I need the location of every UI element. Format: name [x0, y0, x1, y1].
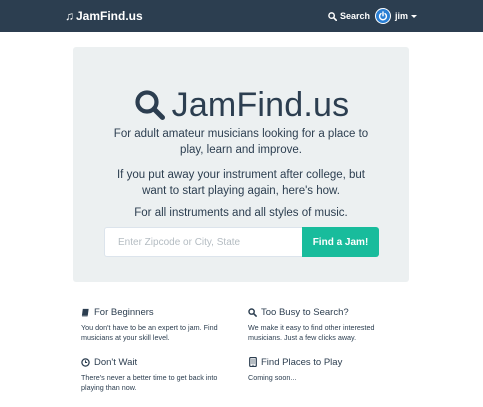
nav-search-label: Search — [340, 11, 371, 21]
hero-description-line2: want to start playing again, here's how. — [142, 185, 340, 197]
search-icon — [135, 90, 165, 120]
power-icon — [378, 11, 388, 21]
hero-title-text: JamFind.us — [171, 85, 350, 124]
feature-title: Too Busy to Search? — [261, 306, 349, 318]
feature-body-line: You don't have to be an expert to jam. F… — [81, 323, 218, 332]
feature-beginners: For Beginners You don't have to be an ex… — [81, 306, 256, 343]
feature-title: Don't Wait — [94, 356, 138, 368]
phone-icon — [248, 357, 257, 367]
search-icon — [328, 11, 337, 21]
feature-find-places: Find Places to Play Coming soon... — [248, 356, 423, 383]
feature-dont-wait: Don't Wait There's never a better time t… — [81, 356, 256, 393]
feature-too-busy: Too Busy to Search? We make it easy to f… — [248, 306, 423, 343]
brand-link[interactable]: ♫ JamFind.us — [65, 7, 143, 25]
feature-body-line: musicians at your skill level. — [81, 333, 170, 342]
feature-title: For Beginners — [94, 306, 154, 318]
brand-label: JamFind.us — [76, 9, 143, 23]
feature-body-line: There's never a better time to get back … — [81, 373, 218, 382]
feature-body-line: musicians. Just a few clicks away. — [248, 333, 357, 342]
find-a-jam-button[interactable]: Find a Jam! — [302, 227, 379, 257]
clock-icon — [81, 357, 90, 367]
hero-title: JamFind.us — [0, 85, 483, 125]
hero-tagline-line1: For adult amateur musicians looking for … — [113, 128, 369, 140]
feature-title: Find Places to Play — [261, 356, 343, 368]
feature-body-line: We make it easy to find other interested — [248, 323, 375, 332]
hero-tagline: For adult amateur musicians looking for … — [73, 126, 409, 158]
user-menu[interactable]: jim — [375, 6, 418, 26]
hero-tagline-line2: play, learn and improve. — [180, 144, 302, 156]
hero-description-line1: If you put away your instrument after co… — [116, 169, 366, 181]
music-note-icon: ♫ — [65, 9, 74, 23]
feature-body-line: Coming soon... — [248, 373, 297, 382]
chevron-down-icon — [411, 14, 418, 18]
hero-description: If you put away your instrument after co… — [73, 167, 409, 199]
location-search-input[interactable] — [104, 227, 302, 257]
hero-styles-note: For all instruments and all styles of mu… — [134, 207, 348, 219]
book-icon — [81, 307, 90, 317]
feature-body-line: playing than now. — [81, 383, 137, 392]
user-name: jim — [395, 11, 409, 21]
top-navbar: ♫ JamFind.us Search jim — [0, 0, 483, 32]
nav-search-link[interactable]: Search — [328, 8, 370, 24]
search-icon — [248, 307, 257, 317]
avatar — [375, 8, 391, 24]
